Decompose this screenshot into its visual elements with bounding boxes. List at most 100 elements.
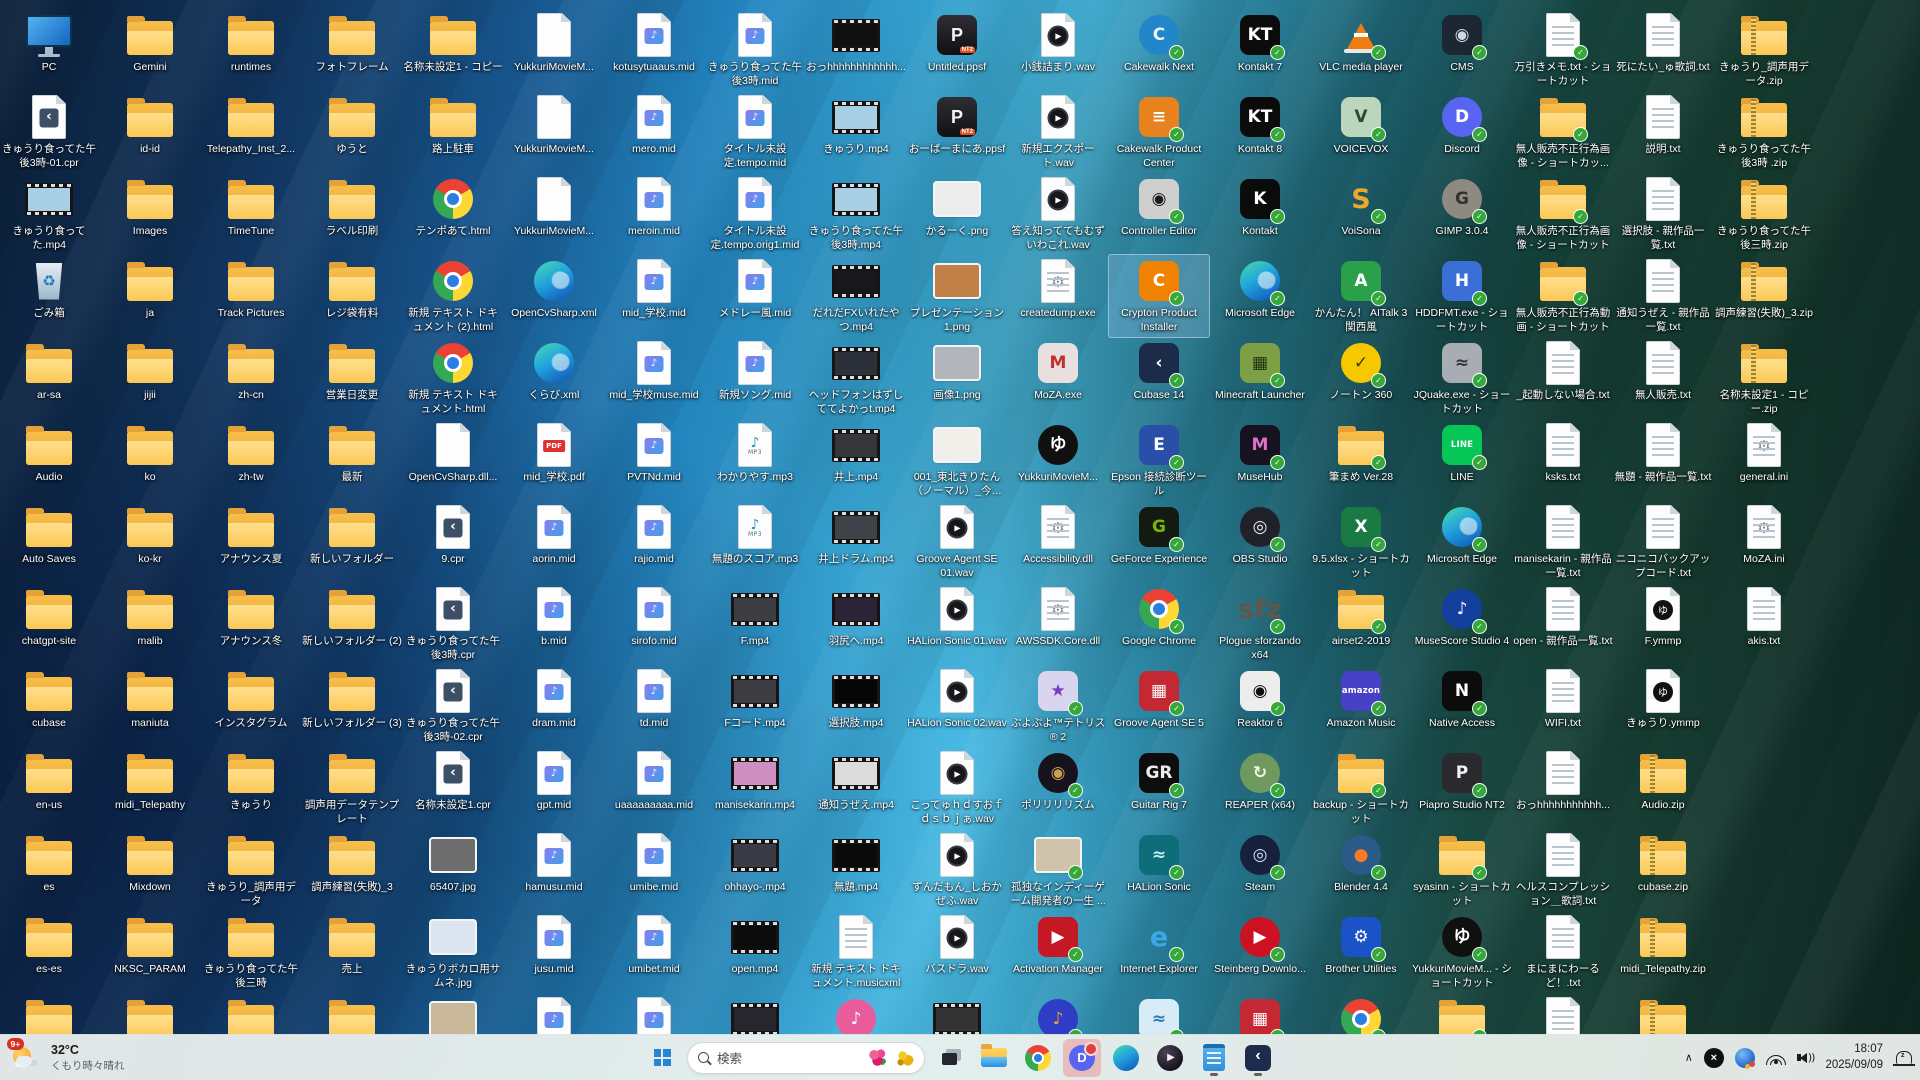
weather-widget[interactable]: 9+ 32°C くもり時々晴れ [10, 1043, 125, 1073]
desktop-icon[interactable]: ◎OBS Studio [1210, 501, 1310, 570]
desktop-icon[interactable]: 無人販売不正行為画像 - ショートカッ... [1513, 91, 1613, 173]
desktop-icon[interactable]: KTKontakt 8 [1210, 91, 1310, 160]
desktop-icon[interactable]: ラベル印刷 [302, 173, 402, 242]
desktop-icon[interactable]: jusu.mid [504, 911, 604, 980]
desktop-icon[interactable]: umibet.mid [604, 911, 704, 980]
desktop-icon[interactable]: airset2-2019 [1311, 583, 1411, 652]
desktop-icon[interactable]: 選択肢.mp4 [806, 665, 906, 734]
desktop-icon[interactable]: ohhayo-.mp4 [705, 829, 805, 898]
desktop-icon[interactable]: 画像1.png [907, 337, 1007, 406]
desktop-icon[interactable]: rajio.mid [604, 501, 704, 570]
desktop-icon[interactable]: まにまにわーるど！.txt [1513, 911, 1613, 993]
desktop-icon[interactable]: DDiscord [1412, 91, 1512, 160]
desktop-icon[interactable]: Audio.zip [1613, 747, 1713, 816]
desktop-icon[interactable]: 死にたい_ゅ歌詞.txt [1613, 9, 1713, 78]
desktop-icon[interactable]: ⚙Brother Utilities [1311, 911, 1411, 980]
desktop-icon[interactable]: ♪ [806, 993, 906, 1035]
desktop-icon[interactable]: F.ymmp [1613, 583, 1713, 652]
desktop-icon[interactable]: おーばーまにあ.ppsf [907, 91, 1007, 160]
desktop-icon[interactable]: 路上駐車 [403, 91, 503, 160]
desktop-icon[interactable]: amazonAmazon Music [1311, 665, 1411, 734]
desktop-icon[interactable]: OpenCvSharp.dll... [403, 419, 503, 488]
desktop-icon[interactable]: manisekarin - 親作品一覧.txt [1513, 501, 1613, 583]
desktop-icon[interactable]: 最新 [302, 419, 402, 488]
desktop-icon[interactable]: YukkuriMovieM... [504, 9, 604, 78]
desktop-icon[interactable]: ar-sa [0, 337, 99, 406]
desktop-icon[interactable]: mid_学校.mid [604, 255, 704, 324]
volume-icon[interactable]: )) [1797, 1051, 1815, 1064]
desktop-icon[interactable]: ごみ箱 [0, 255, 99, 324]
wifi-icon[interactable] [1766, 1051, 1786, 1065]
desktop-icon[interactable]: ★ぷよぷよ™テトリス® 2 [1008, 665, 1108, 747]
taskbar-search-box[interactable]: 検索 [687, 1042, 925, 1074]
discord-taskbar-button[interactable] [1063, 1039, 1101, 1077]
desktop-icon[interactable]: eInternet Explorer [1109, 911, 1209, 980]
desktop-icon[interactable]: ◉Controller Editor [1109, 173, 1209, 242]
desktop-icon[interactable]: dram.mid [504, 665, 604, 734]
desktop-icon[interactable]: Gemini [100, 9, 200, 78]
desktop-icon[interactable]: ↻REAPER (x64) [1210, 747, 1310, 816]
desktop-icon[interactable]: MMuseHub [1210, 419, 1310, 488]
desktop-icon[interactable]: KKontakt [1210, 173, 1310, 242]
desktop-icon[interactable]: midi_Telepathy.zip [1613, 911, 1713, 980]
desktop-icon[interactable]: Microsoft Edge [1210, 255, 1310, 324]
desktop-icon[interactable]: 答え知っててもむずいわこれ.wav [1008, 173, 1108, 255]
desktop-icon[interactable]: midi_Telepathy [100, 747, 200, 816]
desktop-icon[interactable]: 無題.mp4 [806, 829, 906, 898]
desktop-icon[interactable]: ‹Cubase 14 [1109, 337, 1209, 406]
desktop-icon[interactable]: VVOICEVOX [1311, 91, 1411, 160]
desktop-icon[interactable]: きゅうり食ってた午後3時.mid [705, 9, 805, 91]
desktop-icon[interactable]: 調声練習(失敗)_3 [302, 829, 402, 898]
desktop-icon[interactable]: TimeTune [201, 173, 301, 242]
desktop-icon[interactable]: 売上 [302, 911, 402, 980]
desktop-icon[interactable]: おっhhhhhhhhhhhh... [806, 9, 906, 78]
desktop-icon[interactable]: 新規 テキスト ドキュメント.html [403, 337, 503, 419]
desktop-icon[interactable]: ▦ [1210, 993, 1310, 1035]
desktop-icon[interactable]: Track Pictures [201, 255, 301, 324]
desktop-icon[interactable]: en-us [0, 747, 99, 816]
desktop-icon[interactable]: GGIMP 3.0.4 [1412, 173, 1512, 242]
desktop-icon[interactable]: VLC media player [1311, 9, 1411, 78]
desktop-icon[interactable]: ヘッドフォンはずしててよかっt.mp4 [806, 337, 906, 419]
desktop-icon[interactable]: Google Chrome [1109, 583, 1209, 652]
google-chrome-taskbar-button[interactable] [1019, 1039, 1057, 1077]
desktop-icon[interactable] [100, 993, 200, 1035]
desktop-icon[interactable]: umibe.mid [604, 829, 704, 898]
notification-bell-dnd-icon[interactable] [1896, 1051, 1912, 1064]
desktop-icon[interactable]: かるーく.png [907, 173, 1007, 242]
desktop-icon[interactable]: プレゼンテーション1.png [907, 255, 1007, 337]
desktop-icon[interactable]: uaaaaaaaaa.mid [604, 747, 704, 816]
desktop-icon[interactable]: cubase [0, 665, 99, 734]
desktop-icon[interactable]: mid_学校.pdf [504, 419, 604, 488]
desktop-icon[interactable]: Microsoft Edge [1412, 501, 1512, 570]
desktop-icon[interactable]: sirofo.mid [604, 583, 704, 652]
desktop-icon[interactable]: ゆYukkuriMovieM... [1008, 419, 1108, 488]
desktop-icon[interactable]: きゅうり [201, 747, 301, 816]
desktop-icon[interactable]: 名称未設定1 - コピー [403, 9, 503, 78]
desktop-icon[interactable]: 新規 テキスト ドキュメント.musicxml [806, 911, 906, 993]
desktop-icon[interactable]: ✓ノートン 360 [1311, 337, 1411, 406]
desktop-icon[interactable]: ko-kr [100, 501, 200, 570]
desktop-icon[interactable]: だれだFXいれたやつ.mp4 [806, 255, 906, 337]
desktop-icon[interactable]: meroin.mid [604, 173, 704, 242]
desktop-icon[interactable]: 無人販売不正行為画像 - ショートカット [1513, 173, 1613, 255]
desktop-icon[interactable]: ◉Reaktor 6 [1210, 665, 1310, 734]
desktop-icon[interactable]: 通知うぜえ - 親作品一覧.txt [1613, 255, 1713, 337]
desktop-icon[interactable]: chatgpt-site [0, 583, 99, 652]
desktop-icon[interactable]: GRGuitar Rig 7 [1109, 747, 1209, 816]
desktop-icon[interactable]: id-id [100, 91, 200, 160]
desktop-icon[interactable]: 新しいフォルダー (3) [302, 665, 402, 734]
desktop-icon[interactable]: sfzPlogue sforzando x64 [1210, 583, 1310, 665]
desktop-icon[interactable]: LINELINE [1412, 419, 1512, 488]
desktop-icon[interactable]: きゅうり_調声用データ.zip [1714, 9, 1814, 91]
desktop-icon[interactable]: 調声用データテンプレート [302, 747, 402, 829]
desktop-icon[interactable]: 通知うぜえ.mp4 [806, 747, 906, 816]
desktop-icon[interactable]: HALion Sonic 01.wav [907, 583, 1007, 652]
desktop-icon[interactable] [0, 993, 99, 1035]
desktop-icon[interactable]: きゅうり_調声用データ [201, 829, 301, 911]
desktop-icon[interactable]: KTKontakt 7 [1210, 9, 1310, 78]
desktop-icon[interactable]: ≡Cakewalk Product Center [1109, 91, 1209, 173]
desktop-icon[interactable]: hamusu.mid [504, 829, 604, 898]
desktop-icon[interactable]: GGeForce Experience [1109, 501, 1209, 570]
tray-mute-x-icon[interactable] [1704, 1048, 1724, 1068]
